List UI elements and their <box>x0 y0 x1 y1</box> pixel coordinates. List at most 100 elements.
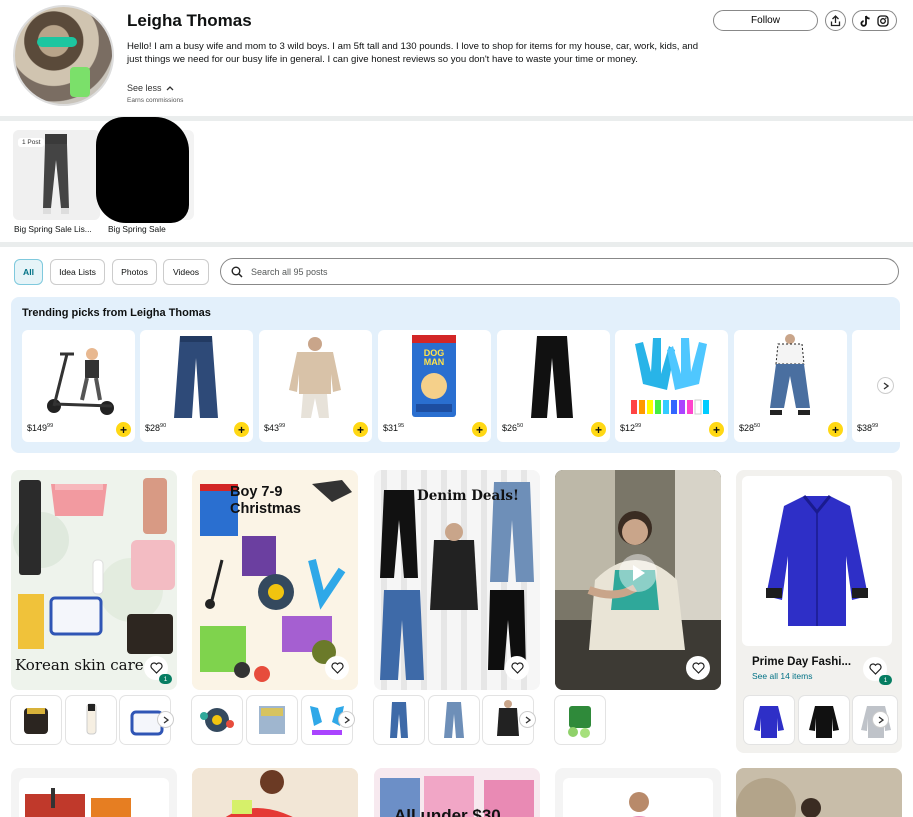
next-arrow-button[interactable] <box>338 711 355 728</box>
tiktok-icon[interactable] <box>860 15 871 27</box>
trending-item[interactable]: $4399 + <box>259 330 372 442</box>
trending-section: Trending picks from Leigha Thomas $14999… <box>11 297 900 453</box>
cropped-jeans-image <box>770 334 810 415</box>
product-thumbnail[interactable] <box>799 696 849 744</box>
idea-list-label[interactable]: Big Spring Sale <box>108 224 200 234</box>
post-card[interactable] <box>11 768 177 817</box>
post-overlay-title: Korean skin care <box>15 656 144 674</box>
filter-chip-photos[interactable]: Photos <box>112 259 157 285</box>
heart-icon <box>510 662 524 674</box>
item-price: $2650 <box>502 423 524 433</box>
trending-item[interactable]: $2850 + <box>734 330 847 442</box>
post-overlay-title: All under $30 <box>394 806 501 817</box>
like-button[interactable] <box>325 656 349 680</box>
heart-icon <box>330 662 344 674</box>
dog-man-book-image: DOG MAN <box>412 335 456 417</box>
black-pants-image <box>531 336 573 418</box>
post-card[interactable]: All under $30 <box>374 768 540 817</box>
next-arrow-button[interactable] <box>157 711 174 728</box>
profile-name: Leigha Thomas <box>127 11 252 30</box>
add-button[interactable]: + <box>116 422 131 437</box>
post-count-badge: 1 Post <box>18 138 45 147</box>
like-button[interactable] <box>686 656 710 680</box>
add-button[interactable]: + <box>472 422 487 437</box>
heart-icon <box>868 663 882 675</box>
product-thumbnail[interactable] <box>192 696 242 744</box>
list-cover <box>742 476 892 646</box>
like-button[interactable] <box>505 656 529 680</box>
search-placeholder: Search all 95 posts <box>251 266 328 277</box>
see-less-label: See less <box>127 83 162 93</box>
add-button[interactable]: + <box>353 422 368 437</box>
earns-commissions-note: Earns commissions <box>127 97 184 104</box>
instagram-icon[interactable] <box>877 14 889 27</box>
profile-bio: Hello! I am a busy wife and mom to 3 wil… <box>127 41 699 65</box>
post-card[interactable]: Boy 7-9 Christmas <box>192 470 358 690</box>
product-thumbnail[interactable] <box>429 696 479 744</box>
divider <box>0 242 913 247</box>
beige-sweater-image <box>289 337 341 418</box>
search-input[interactable]: Search all 95 posts <box>220 258 899 285</box>
trending-item[interactable]: $2890 + <box>140 330 253 442</box>
avatar <box>13 5 114 106</box>
see-less-link[interactable]: See less <box>127 83 174 93</box>
post-card[interactable] <box>192 768 358 817</box>
trending-title: Trending picks from Leigha Thomas <box>22 307 211 319</box>
search-icon <box>231 266 243 278</box>
product-thumbnail[interactable] <box>11 696 61 744</box>
filter-chip-all[interactable]: All <box>14 259 43 285</box>
item-price: $4399 <box>264 423 286 433</box>
item-price: $2850 <box>739 423 761 433</box>
video-post-card[interactable] <box>555 470 721 690</box>
trending-item[interactable]: DOG MAN $3195 + <box>378 330 491 442</box>
profile-header: Leigha Thomas Hello! I am a busy wife an… <box>0 0 913 116</box>
post-card[interactable]: Denim Deals! <box>374 470 540 690</box>
idea-list-label[interactable]: Big Spring Sale Lis... <box>14 224 106 234</box>
social-links <box>852 10 897 31</box>
chevron-right-icon <box>163 715 169 724</box>
post-card[interactable]: Korean skin care 1 <box>11 470 177 690</box>
video-post-card[interactable] <box>736 768 902 817</box>
heart-icon <box>149 662 163 674</box>
add-button[interactable]: + <box>828 422 843 437</box>
chevron-right-icon <box>883 381 889 390</box>
add-button[interactable]: + <box>234 422 249 437</box>
share-icon <box>830 14 841 26</box>
filter-chip-idea-lists[interactable]: Idea Lists <box>50 259 105 285</box>
item-count-badge: 1 <box>159 674 172 684</box>
product-thumbnail[interactable] <box>66 696 116 744</box>
blue-dress-shirt-image <box>766 495 868 626</box>
add-button[interactable]: + <box>591 422 606 437</box>
next-arrow-button[interactable] <box>519 711 536 728</box>
electric-scooter-image <box>47 348 114 415</box>
led-gloves-image <box>631 338 709 415</box>
add-button[interactable]: + <box>709 422 724 437</box>
item-price: $3899 <box>857 423 879 433</box>
idea-list-card[interactable]: 1 Post <box>13 130 100 220</box>
item-price: $3195 <box>383 423 405 433</box>
trending-item[interactable]: $1299 + <box>615 330 728 442</box>
trending-item[interactable]: $2650 + <box>497 330 610 442</box>
chevron-right-icon <box>878 715 884 724</box>
product-thumbnail[interactable] <box>744 696 794 744</box>
list-title: Prime Day Fashi... <box>752 656 852 668</box>
chevron-up-icon <box>166 86 174 91</box>
share-button[interactable] <box>825 10 846 31</box>
trending-item[interactable]: $14999 + <box>22 330 135 442</box>
item-price: $1299 <box>620 423 642 433</box>
product-thumbnail[interactable] <box>374 696 424 744</box>
follow-button[interactable]: Follow <box>713 10 818 31</box>
product-thumbnail[interactable] <box>247 696 297 744</box>
next-arrow-button[interactable] <box>877 377 894 394</box>
post-card[interactable] <box>555 768 721 817</box>
chevron-right-icon <box>525 715 531 724</box>
item-count-badge: 1 <box>879 675 892 685</box>
filter-chip-videos[interactable]: Videos <box>163 259 209 285</box>
svg-text:MAN: MAN <box>424 357 445 367</box>
play-button[interactable] <box>619 554 657 592</box>
heart-icon <box>691 662 705 674</box>
play-icon <box>633 565 645 581</box>
product-thumbnail[interactable] <box>555 696 605 744</box>
see-all-items-link[interactable]: See all 14 items <box>752 671 812 681</box>
next-arrow-button[interactable] <box>872 711 889 728</box>
